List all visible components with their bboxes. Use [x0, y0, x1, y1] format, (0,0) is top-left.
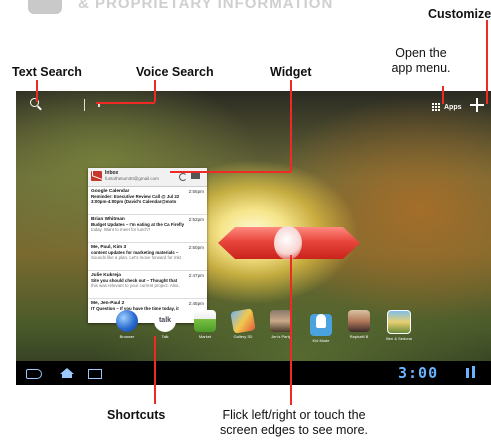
gmail-icon — [91, 171, 102, 181]
shortcut-photo2[interactable]: Raphaël B — [346, 310, 372, 339]
gmail-widget[interactable]: Inbox funtothetum30@gmail.com Google Cal… — [88, 168, 207, 323]
flick-chevron-knob[interactable] — [274, 226, 302, 260]
photo-icon — [270, 310, 292, 332]
shortcut-browser[interactable]: Browser — [114, 310, 140, 339]
shortcut-label: Raphaël B — [349, 334, 369, 339]
system-bar: 3:00 — [16, 361, 491, 385]
header-strip: & PROPRIETARY INFORMATION — [0, 0, 491, 16]
shortcut-talk[interactable]: talk Talk — [152, 310, 178, 339]
back-icon[interactable] — [26, 369, 42, 379]
callout-open-menu: Open the app menu. — [382, 46, 460, 76]
callout-text-search: Text Search — [12, 65, 82, 79]
message-time: 2:50pm — [188, 245, 204, 250]
leader-voice-search-h — [96, 102, 155, 104]
callout-customize: Customize — [428, 7, 491, 21]
shortcut-label: Market — [198, 334, 212, 339]
shortcut-label: Ben & Sedona — [386, 336, 412, 341]
shortcut-market[interactable]: Market — [192, 310, 218, 339]
callout-open-menu-line1: Open the — [395, 46, 447, 60]
kids-icon — [310, 314, 332, 336]
search-icon[interactable] — [30, 98, 39, 107]
message-item[interactable]: Julie Kukreja 2:47pm Site you should check… — [88, 271, 207, 299]
message-item[interactable]: Google Calendar 2:55pm Reminder: Executive… — [88, 187, 207, 215]
message-item[interactable]: Me, Paul, Kim 3 2:50pm content updates for… — [88, 243, 207, 271]
message-line: IT Question – If you have the time today… — [91, 306, 179, 311]
callout-flick-line2: screen edges to see more. — [220, 423, 368, 437]
message-time: 2:55pm — [188, 189, 204, 194]
recent-apps-icon[interactable] — [88, 369, 102, 379]
home-icon[interactable] — [60, 368, 74, 378]
apps-label: Apps — [444, 103, 462, 111]
leader-widget-v — [290, 80, 292, 172]
leader-widget-h — [170, 171, 291, 173]
message-time: 2:45pm — [188, 301, 204, 306]
search-divider — [84, 99, 85, 111]
leader-open-menu — [442, 86, 444, 104]
message-line: 3:00pm-4:00pm (David's Calendar@moto — [91, 199, 177, 204]
shortcut-gallery[interactable]: Gallery 3D — [230, 308, 256, 339]
message-line: today. Want to meet for lunch? — [91, 227, 151, 232]
message-time: 2:52pm — [188, 217, 204, 222]
leader-shortcuts — [154, 336, 156, 404]
gallery-icon — [230, 308, 256, 334]
microphone-icon[interactable] — [98, 103, 100, 107]
apps-grid-icon — [432, 102, 441, 112]
header-watermark-text: & PROPRIETARY INFORMATION — [78, 0, 334, 12]
logo-icon — [28, 0, 62, 14]
callout-flick: Flick left/right or touch the screen edg… — [199, 408, 389, 438]
shortcut-label: Talk — [161, 334, 169, 339]
message-line: Sounds like a plan. Let's move forward f… — [91, 255, 181, 260]
signal-icon — [466, 368, 469, 378]
message-item[interactable]: Me, Jen-Paul 2 2:45pm IT Question – If you… — [88, 299, 207, 323]
talk-icon: talk — [154, 310, 176, 332]
callout-flick-line1: Flick left/right or touch the — [222, 408, 366, 422]
callout-widget: Widget — [270, 65, 312, 79]
photo3-icon — [387, 310, 411, 334]
leader-flick — [290, 255, 292, 405]
shortcut-label: Gallery 3D — [233, 334, 253, 339]
callout-open-menu-line2: app menu. — [391, 61, 451, 75]
shortcut-label: Kid Mode — [312, 338, 330, 343]
callout-shortcuts: Shortcuts — [107, 408, 166, 422]
market-icon — [194, 310, 216, 332]
tablet-home-screen: Apps Inbox funtothetum30@gmail.com Googl… — [16, 91, 491, 385]
apps-button[interactable]: Apps — [432, 100, 462, 114]
customize-plus-icon[interactable] — [470, 98, 484, 112]
refresh-icon[interactable] — [179, 173, 187, 181]
leader-customize — [486, 20, 488, 104]
message-time: 2:47pm — [188, 273, 204, 278]
message-list: Google Calendar 2:55pm Reminder: Executive… — [88, 187, 207, 323]
browser-icon — [116, 310, 138, 332]
battery-icon — [472, 366, 475, 378]
leader-voice-search-v — [154, 80, 156, 102]
message-item[interactable]: Brian Whitman 2:52pm Budget Updates – I'm … — [88, 215, 207, 243]
message-line: this was relevant to your current projec… — [91, 283, 180, 288]
shortcut-photo3[interactable]: Ben & Sedona — [386, 310, 412, 341]
shortcut-kids[interactable]: Kid Mode — [308, 310, 334, 343]
callout-voice-search: Voice Search — [136, 65, 214, 79]
shortcut-label: Browser — [119, 334, 135, 339]
widget-account: funtothetum30@gmail.com — [105, 176, 159, 181]
clock[interactable]: 3:00 — [398, 364, 438, 382]
compose-icon[interactable] — [191, 172, 200, 179]
leader-text-search — [36, 80, 38, 102]
photo2-icon — [348, 310, 370, 332]
